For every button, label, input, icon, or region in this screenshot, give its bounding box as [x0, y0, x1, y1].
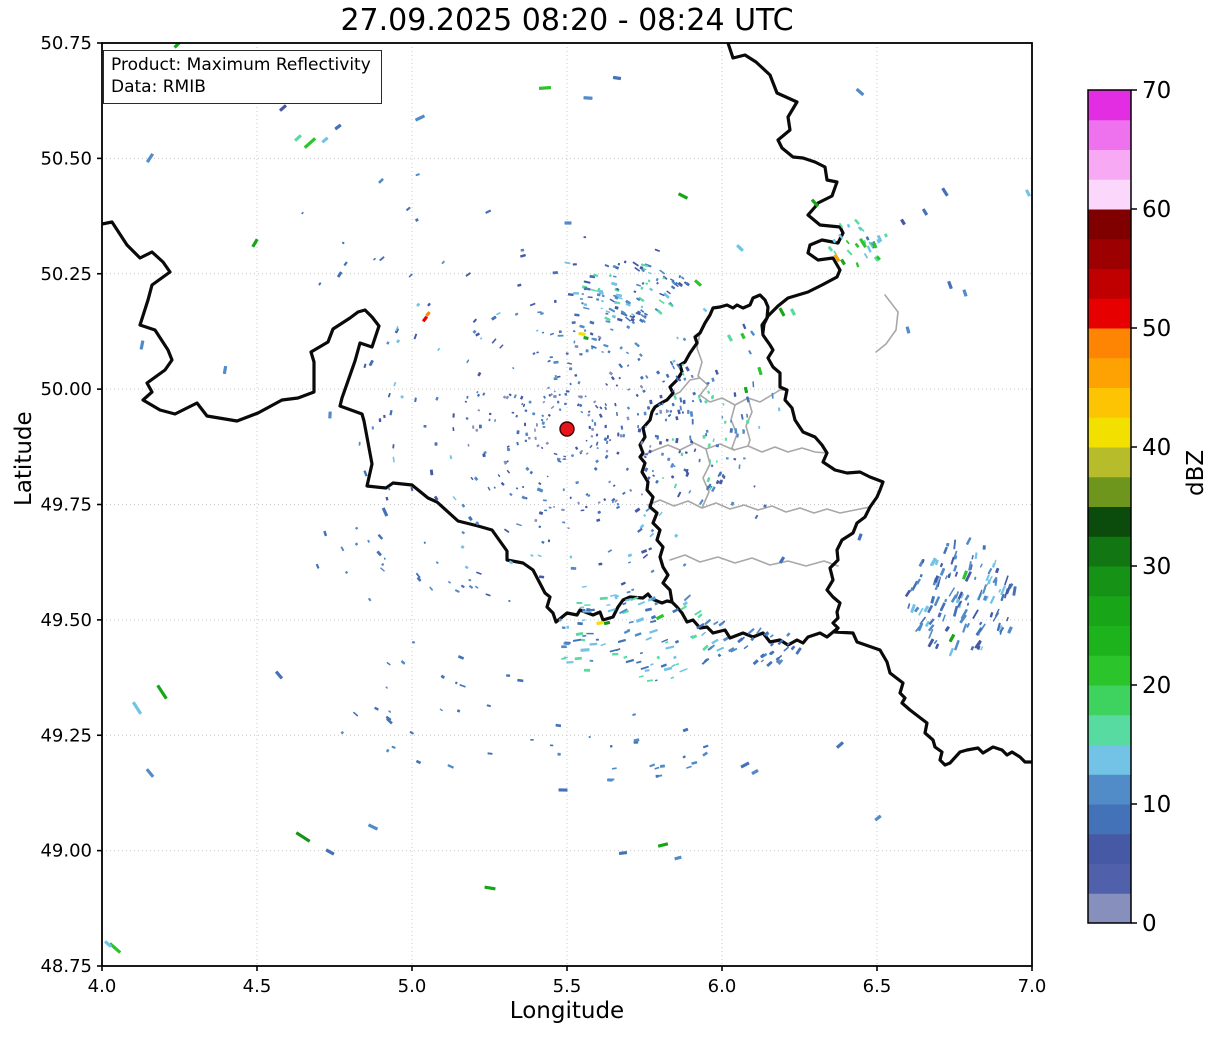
product-info-line: Product: Maximum Reflectivity — [111, 55, 371, 75]
x-tick-label: 4.5 — [243, 976, 272, 997]
colorbar-segment — [1088, 833, 1131, 864]
echo-layer — [104, 43, 1031, 954]
district-border — [696, 332, 703, 379]
lux-north-speckle — [643, 363, 750, 494]
radar-reflectivity-map: 4.0 4.5 5.0 5.5 6.0 6.5 7.0 48.75 49.00 49.25 49.5… — [40, 33, 1171, 997]
district-border — [730, 404, 738, 451]
colorbar-segment — [1088, 238, 1131, 269]
notable-echoes — [104, 43, 1031, 954]
y-tick-label: 49.00 — [40, 841, 92, 862]
colorbar-segment — [1088, 476, 1131, 507]
colorbar-tick-label: 60 — [1142, 197, 1171, 223]
y-tick-label: 49.25 — [40, 725, 92, 746]
district-border — [669, 554, 839, 567]
colorbar-tick-label: 50 — [1142, 316, 1171, 342]
product-info-box: Product: Maximum Reflectivity Data: RMIB — [103, 50, 382, 104]
colorbar-segment — [1088, 625, 1131, 656]
colorbar-segment — [1088, 506, 1131, 537]
y-tick-labels: 48.75 49.00 49.25 49.50 49.75 50.00 50.25 50.50… — [40, 33, 102, 977]
x-tick-label: 6.5 — [863, 976, 892, 997]
x-axis-label: Longitude — [509, 998, 625, 1024]
district-border — [875, 294, 899, 353]
colorbar-segment — [1088, 90, 1131, 121]
y-tick-label: 50.75 — [40, 33, 92, 54]
colorbar-segment — [1088, 119, 1131, 150]
y-tick-label: 50.25 — [40, 264, 92, 285]
colorbar-segment — [1088, 893, 1131, 924]
colorbar-segment — [1088, 804, 1131, 835]
colorbar-segment — [1088, 417, 1131, 448]
district-border — [647, 499, 871, 514]
colorbar-tick-label: 0 — [1142, 911, 1157, 937]
y-tick-label: 49.50 — [40, 610, 92, 631]
colorbar-tick-label: 10 — [1142, 792, 1171, 818]
colorbar-segment — [1088, 328, 1131, 359]
colorbar-segment — [1088, 536, 1131, 567]
colorbar-segment — [1088, 685, 1131, 716]
colorbar: 0 10 20 30 40 50 60 70 — [1087, 78, 1171, 937]
district-borders — [639, 294, 899, 567]
colorbar-segment — [1088, 774, 1131, 805]
y-tick-label: 50.00 — [40, 379, 92, 400]
colorbar-segment — [1088, 566, 1131, 597]
x-tick-label: 5.5 — [553, 976, 582, 997]
north-cluster — [537, 293, 641, 369]
colorbar-segment — [1088, 179, 1131, 210]
colorbar-segment — [1088, 357, 1131, 388]
colorbar-segment — [1088, 744, 1131, 775]
data-source-line: Data: RMIB — [111, 77, 206, 98]
east-cluster — [904, 537, 1017, 657]
x-tick-label: 7.0 — [1018, 976, 1047, 997]
colorbar-segment — [1088, 447, 1131, 478]
colorbar-tick-label: 30 — [1142, 554, 1171, 580]
country-border — [833, 626, 1032, 767]
radar-site-marker — [559, 421, 575, 437]
colorbar-segment — [1088, 655, 1131, 686]
colorbar-tick-labels: 0 10 20 30 40 50 60 70 — [1131, 78, 1171, 937]
colorbar-segment — [1088, 149, 1131, 180]
x-tick-labels: 4.0 4.5 5.0 5.5 6.0 6.5 7.0 — [88, 966, 1047, 997]
x-tick-label: 4.0 — [88, 976, 117, 997]
figure-title: 27.09.2025 08:20 - 08:24 UTC — [340, 3, 794, 38]
colorbar-segment — [1088, 714, 1131, 745]
colorbar-segment — [1088, 387, 1131, 418]
y-tick-label: 48.75 — [40, 956, 92, 977]
colorbar-segment — [1088, 863, 1131, 894]
south-cluster — [558, 590, 726, 682]
country-border — [726, 43, 845, 334]
wsw-arc — [315, 526, 474, 602]
y-tick-label: 50.50 — [40, 148, 92, 169]
y-tick-label: 49.75 — [40, 495, 92, 516]
colorbar-segment — [1088, 298, 1131, 329]
colorbar-segment — [1088, 595, 1131, 626]
colorbar-tick-label: 20 — [1142, 673, 1171, 699]
country-border — [638, 293, 885, 647]
grid-layer — [101, 42, 1033, 967]
axes-layer: 4.0 4.5 5.0 5.5 6.0 6.5 7.0 48.75 49.00 49.25 49.5… — [40, 33, 1046, 997]
colorbar-segment — [1088, 268, 1131, 299]
radar-mid-field — [358, 236, 781, 606]
x-tick-label: 5.0 — [398, 976, 427, 997]
colorbar-segment — [1088, 209, 1131, 240]
x-tick-label: 6.0 — [708, 976, 737, 997]
colorbar-tick-label: 40 — [1142, 435, 1171, 461]
nw-sparse — [301, 173, 492, 286]
colorbar-tick-label: 70 — [1142, 78, 1171, 104]
nne-cluster — [573, 261, 687, 323]
s-far-sparse — [549, 713, 709, 782]
ssw-sparse — [340, 641, 534, 769]
